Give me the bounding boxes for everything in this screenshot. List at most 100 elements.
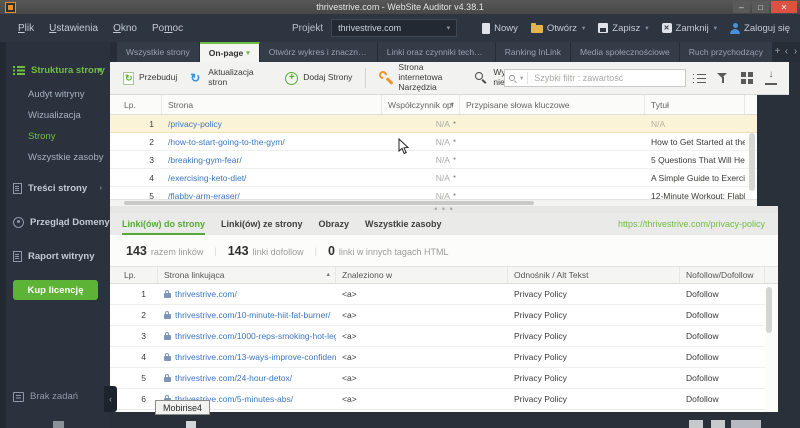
quick-filter[interactable]: ▾ (504, 69, 686, 87)
zaloguj-się-button[interactable]: Zaloguj się (730, 22, 790, 34)
horizontal-scrollbar-thumb[interactable] (124, 201, 534, 205)
page-link[interactable]: /privacy-policy (168, 119, 222, 129)
links-table-body: 1 thrivestrive.com/ <a> Privacy Policy Dofol… (110, 284, 778, 412)
toolbar-divider (365, 68, 367, 88)
filter-button[interactable] (716, 71, 730, 85)
row-number: 2 (141, 310, 146, 320)
details-tab-obrazy[interactable]: Obrazy (319, 213, 350, 235)
table-row[interactable]: 2/how-to-start-going-to-the-gym/N/A ● How … (110, 133, 757, 151)
tab-on-page[interactable]: On-page ▾ (199, 42, 260, 62)
menu-okno[interactable]: Okno (113, 23, 137, 34)
found-in-cell: <a> (342, 352, 357, 362)
tab-media-społecznościowe[interactable]: Media społecznościowe (571, 42, 680, 62)
page-link[interactable]: /how-to-start-going-to-the-gym/ (168, 137, 285, 147)
otwórz-button[interactable]: Otwórz ▾ (530, 23, 585, 34)
row-number: 6 (141, 394, 146, 404)
table-row[interactable]: 4 thrivestrive.com/13-ways-improve-confid… (110, 347, 765, 368)
sidebar-item-audyt-witryny[interactable]: Audyt witryny (0, 84, 110, 105)
strona-internetowa-narzędzia-button[interactable]: Strona internetowa Narzędzia (379, 62, 462, 92)
quick-filter-input[interactable] (527, 72, 685, 84)
minimize-button[interactable]: – (733, 1, 750, 13)
close-button[interactable]: ✕ (771, 1, 797, 13)
page-link[interactable]: /breaking-gym-fear/ (168, 155, 242, 165)
table-row[interactable]: 1/privacy-policy N/A ● N/A (110, 115, 757, 133)
page-url-link[interactable]: https://thrivestrive.com/privacy-policy (618, 219, 765, 229)
column-header-lp[interactable]: Lp. (110, 95, 162, 114)
sidebar-item-raport-witryny[interactable]: Raport witryny (0, 242, 110, 270)
page-content-icon (13, 182, 22, 194)
zapisz-button[interactable]: Zapisz ▾ (598, 23, 649, 34)
optimization-cell: N/A ● (382, 137, 460, 147)
maximize-button[interactable]: □ (752, 1, 769, 13)
column-header-lp[interactable]: Lp. (110, 267, 158, 283)
tab-otwórz-wykres-i-znaczniki-danych-strukt[interactable]: Otwórz wykres i znaczniki danych strukt.… (259, 42, 378, 62)
sidebar-item-przegląd-domeny[interactable]: Przegląd Domeny (0, 208, 110, 236)
scroll-tabs-left-button[interactable]: ‹ (782, 42, 791, 62)
sidebar-item-strony[interactable]: Strony (0, 126, 110, 147)
page-link[interactable]: thrivestrive.com/1000-reps-smoking-hot-l… (175, 331, 336, 341)
vertical-scrollbar-thumb[interactable] (766, 287, 772, 333)
sidebar-item-struktura-strony[interactable]: Struktura strony ▾ (0, 56, 110, 84)
page-link[interactable]: thrivestrive.com/10-minute-hiit-fat-burn… (175, 310, 330, 320)
domain-overview-icon (13, 216, 24, 228)
tab-ruch-przychodzący[interactable]: Ruch przychodzący (679, 42, 773, 62)
page-cell: /exercising-keto-diet/ (162, 173, 382, 183)
page-link[interactable]: thrivestrive.com/24-hour-detox/ (175, 373, 292, 383)
page-link[interactable]: thrivestrive.com/13-ways-improve-confide… (175, 352, 336, 362)
table-row[interactable]: 4/exercising-keto-diet/N/A ● A Simple Guid… (110, 169, 757, 187)
add-tab-button[interactable]: + (773, 42, 782, 62)
przebuduj-button[interactable]: Przebuduj (123, 71, 177, 85)
buy-license-button[interactable]: Kup licencję (13, 280, 98, 300)
column-header-strona-linkująca[interactable]: Strona linkująca ▲ (158, 267, 336, 283)
menu-ustawienia[interactable]: Ustawienia (49, 23, 98, 34)
export-button[interactable] (764, 71, 778, 85)
project-select[interactable]: thrivestrive.com ▾ (331, 19, 458, 37)
list-view-button[interactable] (692, 71, 706, 85)
details-tab-linki-ów-ze-strony[interactable]: Linki(ów) ze strony (221, 213, 303, 235)
page-link[interactable]: thrivestrive.com/ (175, 289, 237, 299)
scroll-tabs-right-button[interactable]: › (791, 42, 800, 62)
open-folder-icon (530, 23, 543, 33)
column-header-odnośnik-alt-tekst[interactable]: Odnośnik / Alt Tekst (508, 267, 680, 283)
sidebar-collapse-handle[interactable]: ‹ (104, 386, 117, 412)
tab-wszystkie-strony[interactable]: Wszystkie strony (117, 42, 200, 62)
vertical-scrollbar-thumb[interactable] (749, 133, 755, 191)
zamknij-button[interactable]: Zamknij ▾ (661, 23, 717, 34)
pages-table-header: Lp. Strona Współczynnik optymali...▼ Przypi… (110, 95, 757, 115)
nowy-button[interactable]: Nowy (482, 22, 518, 34)
column-header-współczynnik-optymali[interactable]: Współczynnik optymali...▼ (382, 95, 460, 114)
table-row[interactable]: 3 thrivestrive.com/1000-reps-smoking-hot-… (110, 326, 765, 347)
table-row[interactable]: 5 thrivestrive.com/24-hour-detox/ <a> Priva… (110, 368, 765, 389)
dodaj-strony-button[interactable]: Dodaj Strony (285, 71, 352, 85)
view-controls (692, 71, 778, 85)
menu-pomoc[interactable]: Pomoc (152, 23, 183, 34)
column-header-przypisane-słowa-kluczowe[interactable]: Przypisane słowa kluczowe (460, 95, 645, 114)
column-header-strona[interactable]: Strona (162, 95, 382, 114)
mouse-cursor (398, 138, 410, 155)
taskbar-tooltip: Mobirise4 (155, 400, 211, 415)
sidebar-item-wszystkie-zasoby[interactable]: Wszystkie zasoby (0, 147, 110, 168)
column-header-znaleziono-w[interactable]: Znaleziono w (336, 267, 508, 283)
aktualizacja-stron-button[interactable]: Aktualizacja stron (190, 67, 272, 88)
lock-icon (164, 310, 171, 319)
page-link[interactable]: /exercising-keto-diet/ (168, 173, 246, 183)
anchor-text-cell: Privacy Policy (514, 352, 567, 362)
table-row[interactable]: 2 thrivestrive.com/10-minute-hiit-fat-bur… (110, 305, 765, 326)
sidebar-item-treści-strony[interactable]: Treści strony › (0, 174, 110, 202)
grid-view-button[interactable] (740, 71, 754, 85)
column-header-nofollow-dofollow[interactable]: Nofollow/Dofollow (680, 267, 765, 283)
sidebar-item-wizualizacja[interactable]: Wizualizacja (0, 105, 110, 126)
anchor-text-cell: Privacy Policy (514, 310, 567, 320)
tab-linki-oraz-czynniki-techniczne[interactable]: Linki oraz czynniki techniczne (377, 42, 496, 62)
panel-splitter[interactable]: • • • (110, 204, 778, 213)
table-row[interactable]: 3/breaking-gym-fear/N/A ● 5 Questions That… (110, 151, 757, 169)
menu-plik[interactable]: Plik (18, 23, 34, 34)
tab-ranking-inlink[interactable]: Ranking InLink (495, 42, 571, 62)
details-tab-linki-ów-do-strony[interactable]: Linki(ów) do strony (122, 213, 205, 235)
column-header-tytuł[interactable]: Tytuł (645, 95, 745, 114)
table-row[interactable]: 1 thrivestrive.com/ <a> Privacy Policy Dofol… (110, 284, 765, 305)
action-label: Zaloguj się (744, 22, 790, 34)
details-tab-wszystkie-zasoby[interactable]: Wszystkie zasoby (365, 213, 442, 235)
optimization-value: N/A (435, 154, 450, 165)
optimization-value: N/A (435, 136, 450, 147)
